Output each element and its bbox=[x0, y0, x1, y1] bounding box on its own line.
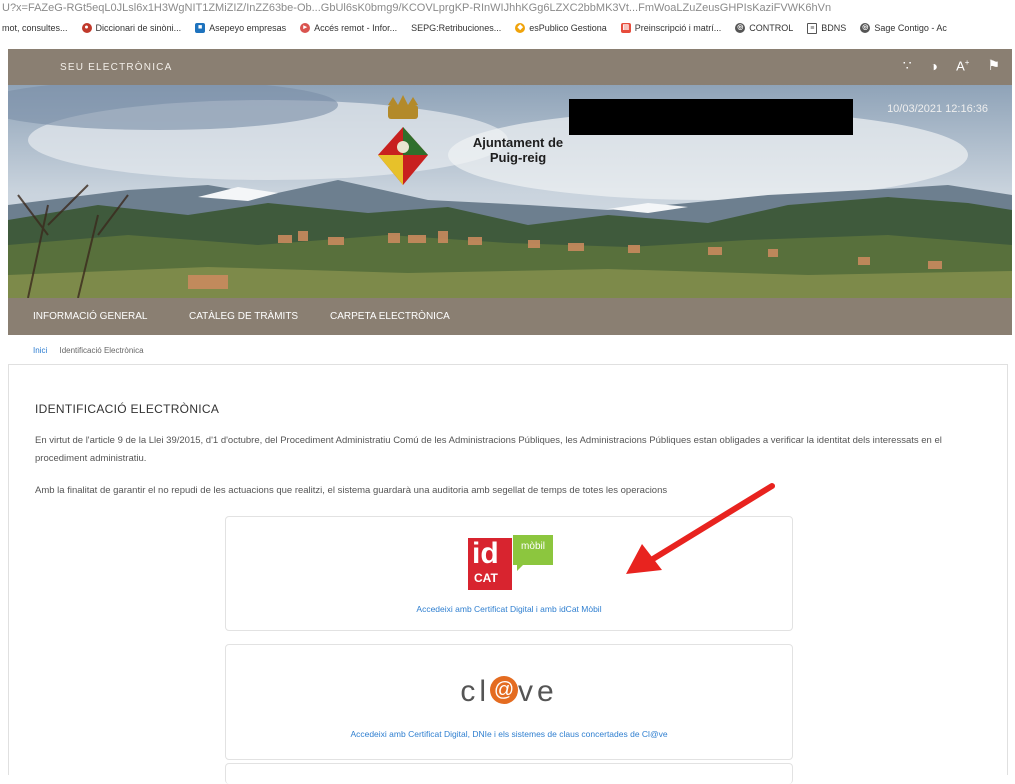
bookmark-label: esPublico Gestiona bbox=[529, 23, 607, 33]
bookmark-label: Sage Contigo - Ac bbox=[874, 23, 947, 33]
page-title: IDENTIFICACIÓ ELECTRÒNICA bbox=[35, 402, 220, 416]
preinscripcio-icon: ▤ bbox=[620, 23, 631, 33]
globe-icon: ◎ bbox=[735, 23, 746, 33]
doc-icon: ≡ bbox=[807, 22, 818, 34]
sitemap-icon[interactable]: ∵ bbox=[903, 57, 912, 74]
clave-login-link[interactable]: Accedeixi amb Certificat Digital, DNIe i… bbox=[226, 729, 792, 739]
globe-icon: ◎ bbox=[860, 23, 871, 33]
clave-logo: cl @ ve bbox=[226, 675, 792, 709]
content-panel: IDENTIFICACIÓ ELECTRÒNICA En virtut de l… bbox=[8, 364, 1008, 784]
audit-paragraph: Amb la finalitat de garantir el no repud… bbox=[35, 485, 668, 496]
redacted-block bbox=[569, 99, 853, 135]
idcat-mobil-badge: mòbil bbox=[513, 535, 553, 565]
bookmark-item[interactable]: ● Diccionari de sinòni... bbox=[81, 23, 182, 33]
main-nav: INFORMACIÓ GENERAL CATÀLEG DE TRÀMITS CA… bbox=[8, 298, 1012, 335]
bookmark-label: Diccionari de sinòni... bbox=[95, 23, 182, 33]
breadcrumb: Inici Identificació Electrònica bbox=[33, 346, 144, 355]
nav-item-carpeta-electronica[interactable]: CARPETA ELECTRÒNICA bbox=[330, 311, 450, 322]
at-sign-icon: @ bbox=[489, 676, 518, 705]
town-name-line1: Ajuntament de bbox=[472, 135, 564, 150]
server-datetime: 10/03/2021 12:16:36 bbox=[887, 103, 988, 115]
bookmark-item[interactable]: ≡ BDNS bbox=[807, 22, 847, 34]
town-name-line2: Puig-reig bbox=[489, 150, 547, 165]
breadcrumb-home[interactable]: Inici bbox=[33, 346, 47, 355]
accessibility-tools: ∵ ◑ A+ ⚑ bbox=[903, 57, 1000, 74]
bookmark-label: Asepeyo empresas bbox=[209, 23, 287, 33]
bookmark-label: SEPG:Retribuciones... bbox=[411, 23, 502, 33]
flag-icon[interactable]: ⚑ bbox=[987, 57, 1000, 74]
remote-icon: ▸ bbox=[300, 23, 311, 33]
site-title[interactable]: SEU ELECTRÒNICA bbox=[60, 62, 172, 73]
bookmark-item[interactable]: mot, consultes... bbox=[2, 23, 68, 33]
nav-item-informacio-general[interactable]: INFORMACIÓ GENERAL bbox=[33, 311, 147, 322]
panorama-image bbox=[8, 85, 1012, 298]
bookmarks-bar: mot, consultes... ● Diccionari de sinòni.… bbox=[0, 18, 1015, 38]
bookmark-item[interactable]: ▤ Preinscripció i matrí... bbox=[620, 23, 722, 33]
speech-tail-icon bbox=[517, 563, 525, 571]
nav-item-cataleg-de-tramits[interactable]: CATÀLEG DE TRÀMITS bbox=[189, 311, 298, 322]
town-name: Ajuntament de Puig-reig bbox=[463, 135, 573, 165]
site-header: SEU ELECTRÒNICA ∵ ◑ A+ ⚑ bbox=[8, 49, 1012, 85]
address-bar-url[interactable]: U?x=FAZeG-RGt5eqL0JLsl6x1H3WgNIT1ZMiZIZ/… bbox=[0, 0, 1015, 16]
dictionary-icon: ● bbox=[81, 23, 92, 33]
bookmark-item[interactable]: ◎ CONTROL bbox=[735, 23, 793, 33]
espublico-icon: ◆ bbox=[515, 23, 526, 33]
bookmark-label: Preinscripció i matrí... bbox=[634, 23, 722, 33]
bookmark-item[interactable]: ◎ Sage Contigo - Ac bbox=[860, 23, 947, 33]
font-size-icon[interactable]: A+ bbox=[956, 58, 969, 73]
intro-paragraph: En virtut de l'article 9 de la Llei 39/2… bbox=[35, 435, 942, 464]
bookmark-label: BDNS bbox=[821, 23, 847, 33]
bookmark-label: CONTROL bbox=[749, 23, 794, 33]
contrast-icon[interactable]: ◑ bbox=[930, 58, 938, 74]
clave-login-card[interactable]: cl @ ve Accedeixi amb Certificat Digital, … bbox=[225, 644, 793, 760]
idcat-login-link[interactable]: Accedeixi amb Certificat Digital i amb i… bbox=[226, 604, 792, 614]
asepeyo-icon: ■ bbox=[195, 23, 206, 33]
idcat-logo: id CAT bbox=[468, 538, 512, 590]
bookmark-item[interactable]: ▸ Accés remot - Infor... bbox=[300, 23, 397, 33]
bookmark-label: Accés remot - Infor... bbox=[314, 23, 398, 33]
idcat-logo-id: id bbox=[472, 537, 499, 570]
bookmark-item[interactable]: ■ Asepeyo empresas bbox=[195, 23, 286, 33]
bookmark-label: mot, consultes... bbox=[2, 23, 68, 33]
clave-logo-text-end: ve bbox=[517, 675, 558, 708]
bookmark-item[interactable]: ◆ esPublico Gestiona bbox=[515, 23, 607, 33]
idcat-logo-cat: CAT bbox=[474, 571, 498, 585]
bookmark-item[interactable]: SEPG:Retribuciones... bbox=[411, 23, 501, 33]
breadcrumb-current: Identificació Electrònica bbox=[59, 346, 144, 355]
town-banner: 10/03/2021 12:16:36 Ajuntament de Puig-r… bbox=[8, 85, 1012, 298]
clave-logo-text-start: cl bbox=[460, 675, 490, 708]
annotation-arrow-icon bbox=[626, 483, 775, 574]
